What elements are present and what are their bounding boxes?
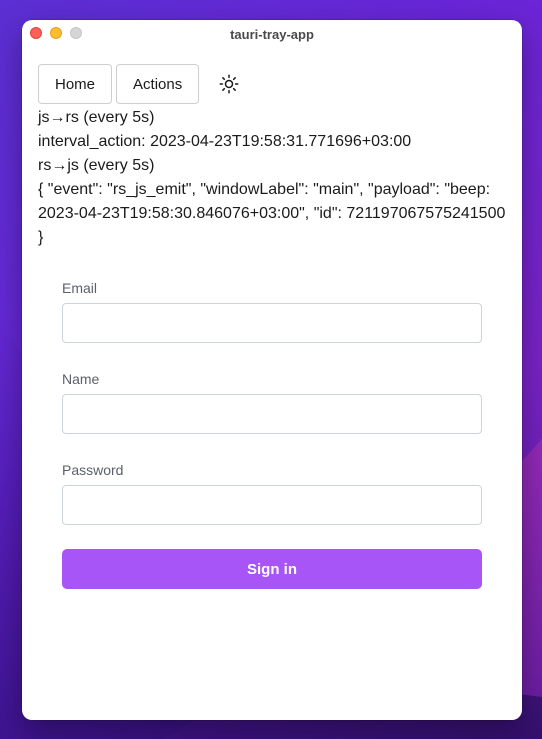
minimize-button[interactable] [50, 27, 62, 39]
sign-in-form: Email Name Password Sign in [62, 280, 482, 589]
nav-bar: Home Actions [38, 64, 506, 104]
email-label: Email [62, 280, 98, 296]
titlebar[interactable]: tauri-tray-app [22, 20, 522, 48]
log-line-interval-action: interval_action: 2023-04-23T19:58:31.771… [38, 133, 412, 150]
name-field-group: Name [62, 371, 482, 434]
sun-icon [219, 74, 239, 94]
email-input[interactable] [62, 303, 482, 343]
theme-toggle-button[interactable] [209, 64, 249, 104]
window-title: tauri-tray-app [230, 26, 314, 42]
name-label: Name [62, 371, 100, 387]
home-button[interactable]: Home [38, 64, 113, 104]
main-content: Home Actions js→rs (every 5s) interval_a [22, 48, 522, 589]
actions-button[interactable]: Actions [116, 64, 200, 104]
close-button[interactable] [30, 27, 42, 39]
password-label: Password [62, 462, 124, 478]
app-window: tauri-tray-app Home Actions js→rs (every… [22, 20, 522, 720]
email-field-group: Email [62, 280, 482, 343]
log-line-js-to-rs: js→rs (every 5s) [38, 109, 155, 126]
log-line-rs-to-js: rs→js (every 5s) [38, 157, 155, 174]
maximize-button[interactable] [70, 27, 82, 39]
event-log: js→rs (every 5s) interval_action: 2023-0… [38, 106, 506, 250]
password-input[interactable] [62, 485, 482, 525]
sign-in-button[interactable]: Sign in [62, 549, 482, 589]
window-controls [30, 27, 82, 39]
password-field-group: Password [62, 462, 482, 525]
name-input[interactable] [62, 394, 482, 434]
log-line-event-payload: { "event": "rs_js_emit", "windowLabel": … [38, 181, 506, 246]
